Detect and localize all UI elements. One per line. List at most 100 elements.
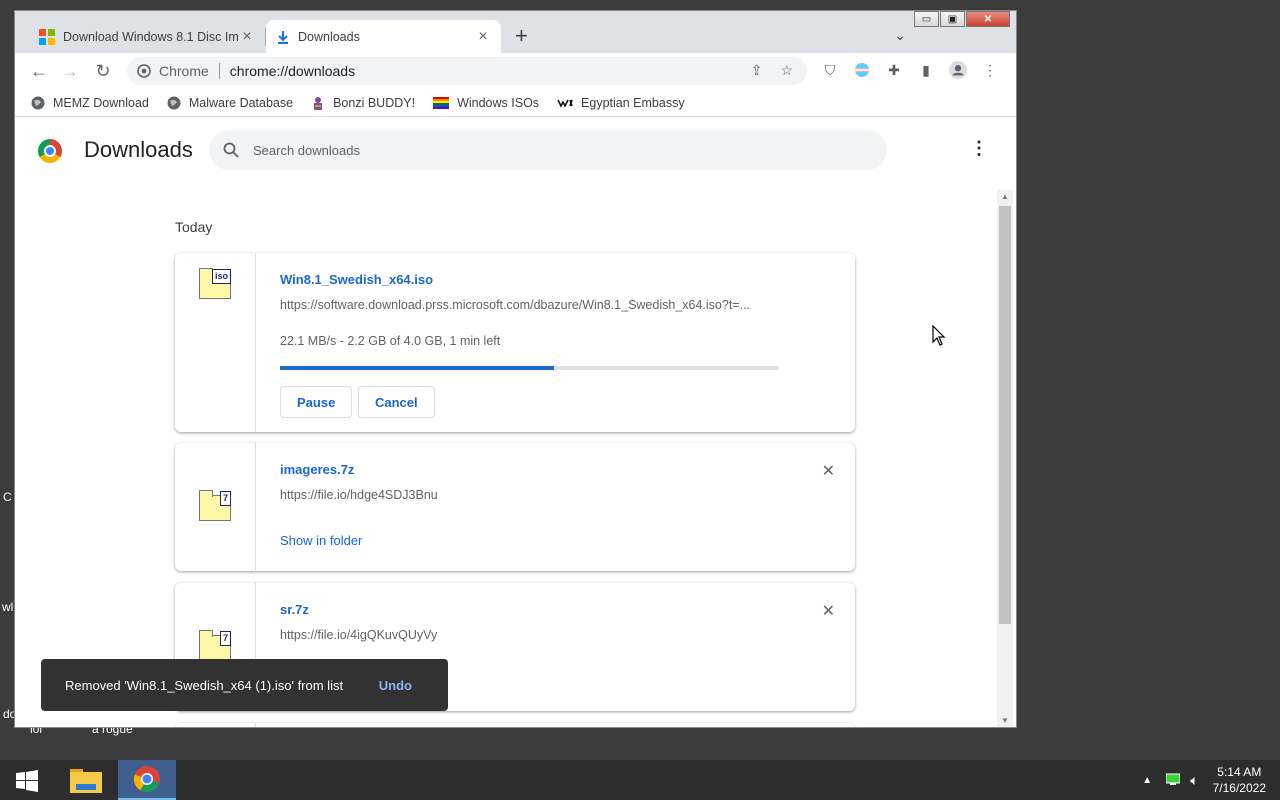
file-source-url[interactable]: https://file.io/4igQKuvQUyVy bbox=[280, 628, 437, 642]
bookmark-label: Windows ISOs bbox=[457, 95, 540, 110]
bookmark-memz[interactable]: MEMZ Download bbox=[31, 96, 149, 110]
file-icon-column: 7 bbox=[175, 443, 256, 571]
chrome-icon bbox=[133, 766, 160, 793]
download-item: iso Win8.1_Swedish_x64.iso https://softw… bbox=[175, 253, 855, 432]
page-scrollbar[interactable]: ▲ ▼ bbox=[997, 190, 1013, 727]
search-box[interactable] bbox=[209, 130, 887, 170]
new-tab-button[interactable]: + bbox=[515, 25, 528, 47]
bookmark-windows-isos[interactable]: Windows ISOs bbox=[433, 96, 539, 110]
bookmark-star-icon[interactable]: ☆ bbox=[780, 62, 793, 79]
date-section-label: Today bbox=[175, 219, 213, 235]
extensions-puzzle-icon[interactable]: ✚ bbox=[885, 61, 903, 79]
extension-flag-icon[interactable] bbox=[853, 61, 871, 79]
file-name-link[interactable]: sr.7z bbox=[280, 602, 309, 617]
tab-close-icon[interactable]: × bbox=[239, 28, 255, 46]
undo-button[interactable]: Undo bbox=[379, 678, 412, 693]
toast-message: Removed 'Win8.1_Swedish_x64 (1).iso' fro… bbox=[65, 677, 344, 693]
globe-icon bbox=[167, 96, 181, 109]
volume-icon[interactable]: 🔈︎ bbox=[1190, 772, 1198, 789]
scroll-up-arrow-icon[interactable]: ▲ bbox=[1001, 192, 1009, 201]
bookmark-label: Malware Database bbox=[188, 95, 294, 110]
taskbar-clock[interactable]: 5:14 AM 7/16/2022 bbox=[1213, 764, 1266, 796]
side-panel-icon[interactable]: ▮ bbox=[917, 61, 935, 79]
omnibox-site-label: Chrome bbox=[159, 63, 209, 79]
rainbow-flag-icon bbox=[433, 96, 450, 109]
clock-time: 5:14 AM bbox=[1217, 765, 1262, 779]
bookmark-bonzi-buddy[interactable]: Bonzi BUDDY! bbox=[311, 96, 415, 110]
omnibox-actions: ⇪ ☆ bbox=[751, 62, 793, 79]
file-name-link[interactable]: Win8.1_Swedish_x64.iso bbox=[280, 272, 433, 287]
clock-date: 7/16/2022 bbox=[1212, 781, 1266, 795]
chrome-taskbar-button[interactable] bbox=[118, 760, 176, 800]
7z-file-icon: 7 bbox=[199, 630, 231, 661]
file-icon-column: iso bbox=[175, 253, 256, 432]
file-source-url[interactable]: https://software.download.prss.microsoft… bbox=[280, 298, 750, 312]
page-title: Downloads bbox=[84, 137, 193, 162]
reload-icon[interactable]: ↻ bbox=[92, 60, 114, 82]
windows-logo-icon bbox=[39, 28, 55, 45]
bookmark-label: Egyptian Embassy bbox=[581, 95, 685, 110]
globe-icon bbox=[31, 96, 45, 109]
mouse-cursor-icon bbox=[932, 325, 946, 346]
removed-toast: Removed 'Win8.1_Swedish_x64 (1).iso' fro… bbox=[41, 659, 448, 711]
tab-title: Downloads bbox=[298, 29, 360, 44]
window-controls: ▭ ▣ ✕ bbox=[913, 11, 1010, 27]
remove-from-list-icon[interactable]: ✕ bbox=[822, 601, 835, 621]
download-progress-bar bbox=[280, 366, 779, 370]
profile-avatar-icon[interactable] bbox=[949, 61, 967, 79]
system-tray: ▲ 🔈︎ 5:14 AM 7/16/2022 bbox=[1142, 760, 1280, 800]
windows-start-icon[interactable] bbox=[16, 770, 38, 792]
bookmarks-bar: MEMZ Download Malware Database Bonzi BUD… bbox=[15, 89, 1016, 117]
forward-arrow-icon[interactable]: → bbox=[59, 60, 81, 82]
tab-windows-download[interactable]: Download Windows 8.1 Disc Ima × bbox=[29, 20, 265, 53]
bonzi-icon bbox=[314, 96, 323, 110]
search-input[interactable] bbox=[253, 142, 853, 158]
remove-from-list-icon[interactable]: ✕ bbox=[822, 461, 835, 481]
folder-icon bbox=[70, 769, 102, 793]
menu-kebab-icon[interactable]: ⋮ bbox=[981, 61, 999, 79]
file-icon-column bbox=[175, 723, 256, 727]
omnibox-url[interactable]: chrome://downloads bbox=[230, 63, 355, 79]
chrome-site-icon bbox=[137, 64, 151, 78]
show-in-folder-link[interactable]: Show in folder bbox=[280, 533, 362, 548]
scroll-down-arrow-icon[interactable]: ▼ bbox=[1001, 716, 1009, 725]
tab-close-icon[interactable]: × bbox=[475, 28, 491, 46]
tab-search-chevron-icon[interactable]: ⌄ bbox=[894, 27, 906, 44]
file-source-url[interactable]: https://file.io/hdge4SDJ3Bnu bbox=[280, 488, 438, 502]
pause-button[interactable]: Pause bbox=[280, 386, 353, 418]
wix-icon bbox=[557, 99, 573, 108]
file-name-link[interactable]: imageres.7z bbox=[280, 462, 354, 477]
download-status: 22.1 MB/s - 2.2 GB of 4.0 GB, 1 min left bbox=[280, 334, 501, 348]
restore-button[interactable]: ▣ bbox=[940, 11, 965, 27]
taskbar: ▲ 🔈︎ 5:14 AM 7/16/2022 bbox=[0, 760, 1280, 800]
network-icon[interactable] bbox=[1165, 773, 1181, 788]
tray-chevron-up-icon[interactable]: ▲ bbox=[1142, 775, 1152, 786]
ublock-shield-icon[interactable]: ⛉ bbox=[821, 61, 839, 79]
minimize-button[interactable]: ▭ bbox=[914, 11, 939, 27]
bookmark-malware-database[interactable]: Malware Database bbox=[167, 96, 293, 110]
iso-file-icon: iso bbox=[199, 268, 231, 299]
browser-toolbar: ← → ↻ Chrome chrome://downloads ⇪ ☆ ⛉ ✚ … bbox=[15, 53, 1016, 89]
chrome-logo-icon bbox=[38, 139, 62, 163]
more-actions-kebab-icon[interactable]: ⋮ bbox=[970, 138, 988, 159]
bookmark-egyptian-embassy[interactable]: Egyptian Embassy bbox=[557, 96, 685, 110]
search-icon bbox=[223, 142, 239, 158]
address-bar[interactable]: Chrome chrome://downloads ⇪ ☆ bbox=[127, 57, 807, 85]
omnibox-separator bbox=[218, 63, 220, 79]
7z-file-icon: 7 bbox=[199, 490, 231, 521]
share-icon[interactable]: ⇪ bbox=[751, 62, 763, 79]
file-explorer-taskbar-button[interactable] bbox=[57, 760, 115, 800]
scroll-thumb[interactable] bbox=[999, 206, 1011, 624]
title-bar: Download Windows 8.1 Disc Ima × Download… bbox=[15, 11, 1016, 53]
close-window-button[interactable]: ✕ bbox=[966, 11, 1010, 27]
download-progress-fill bbox=[280, 366, 555, 370]
extension-icons: ⛉ ✚ ▮ ⋮ bbox=[821, 61, 999, 79]
download-item bbox=[175, 723, 855, 727]
downloads-page: Downloads ⋮ ▲ ▼ Today iso Win8.1_Swedish… bbox=[15, 122, 1016, 727]
download-item: 7 imageres.7z https://file.io/hdge4SDJ3B… bbox=[175, 443, 855, 571]
download-arrow-icon bbox=[278, 30, 288, 44]
back-arrow-icon[interactable]: ← bbox=[28, 60, 50, 82]
tab-downloads[interactable]: Downloads × bbox=[266, 20, 501, 53]
cancel-button[interactable]: Cancel bbox=[358, 386, 435, 418]
chrome-window: Download Windows 8.1 Disc Ima × Download… bbox=[15, 11, 1016, 727]
